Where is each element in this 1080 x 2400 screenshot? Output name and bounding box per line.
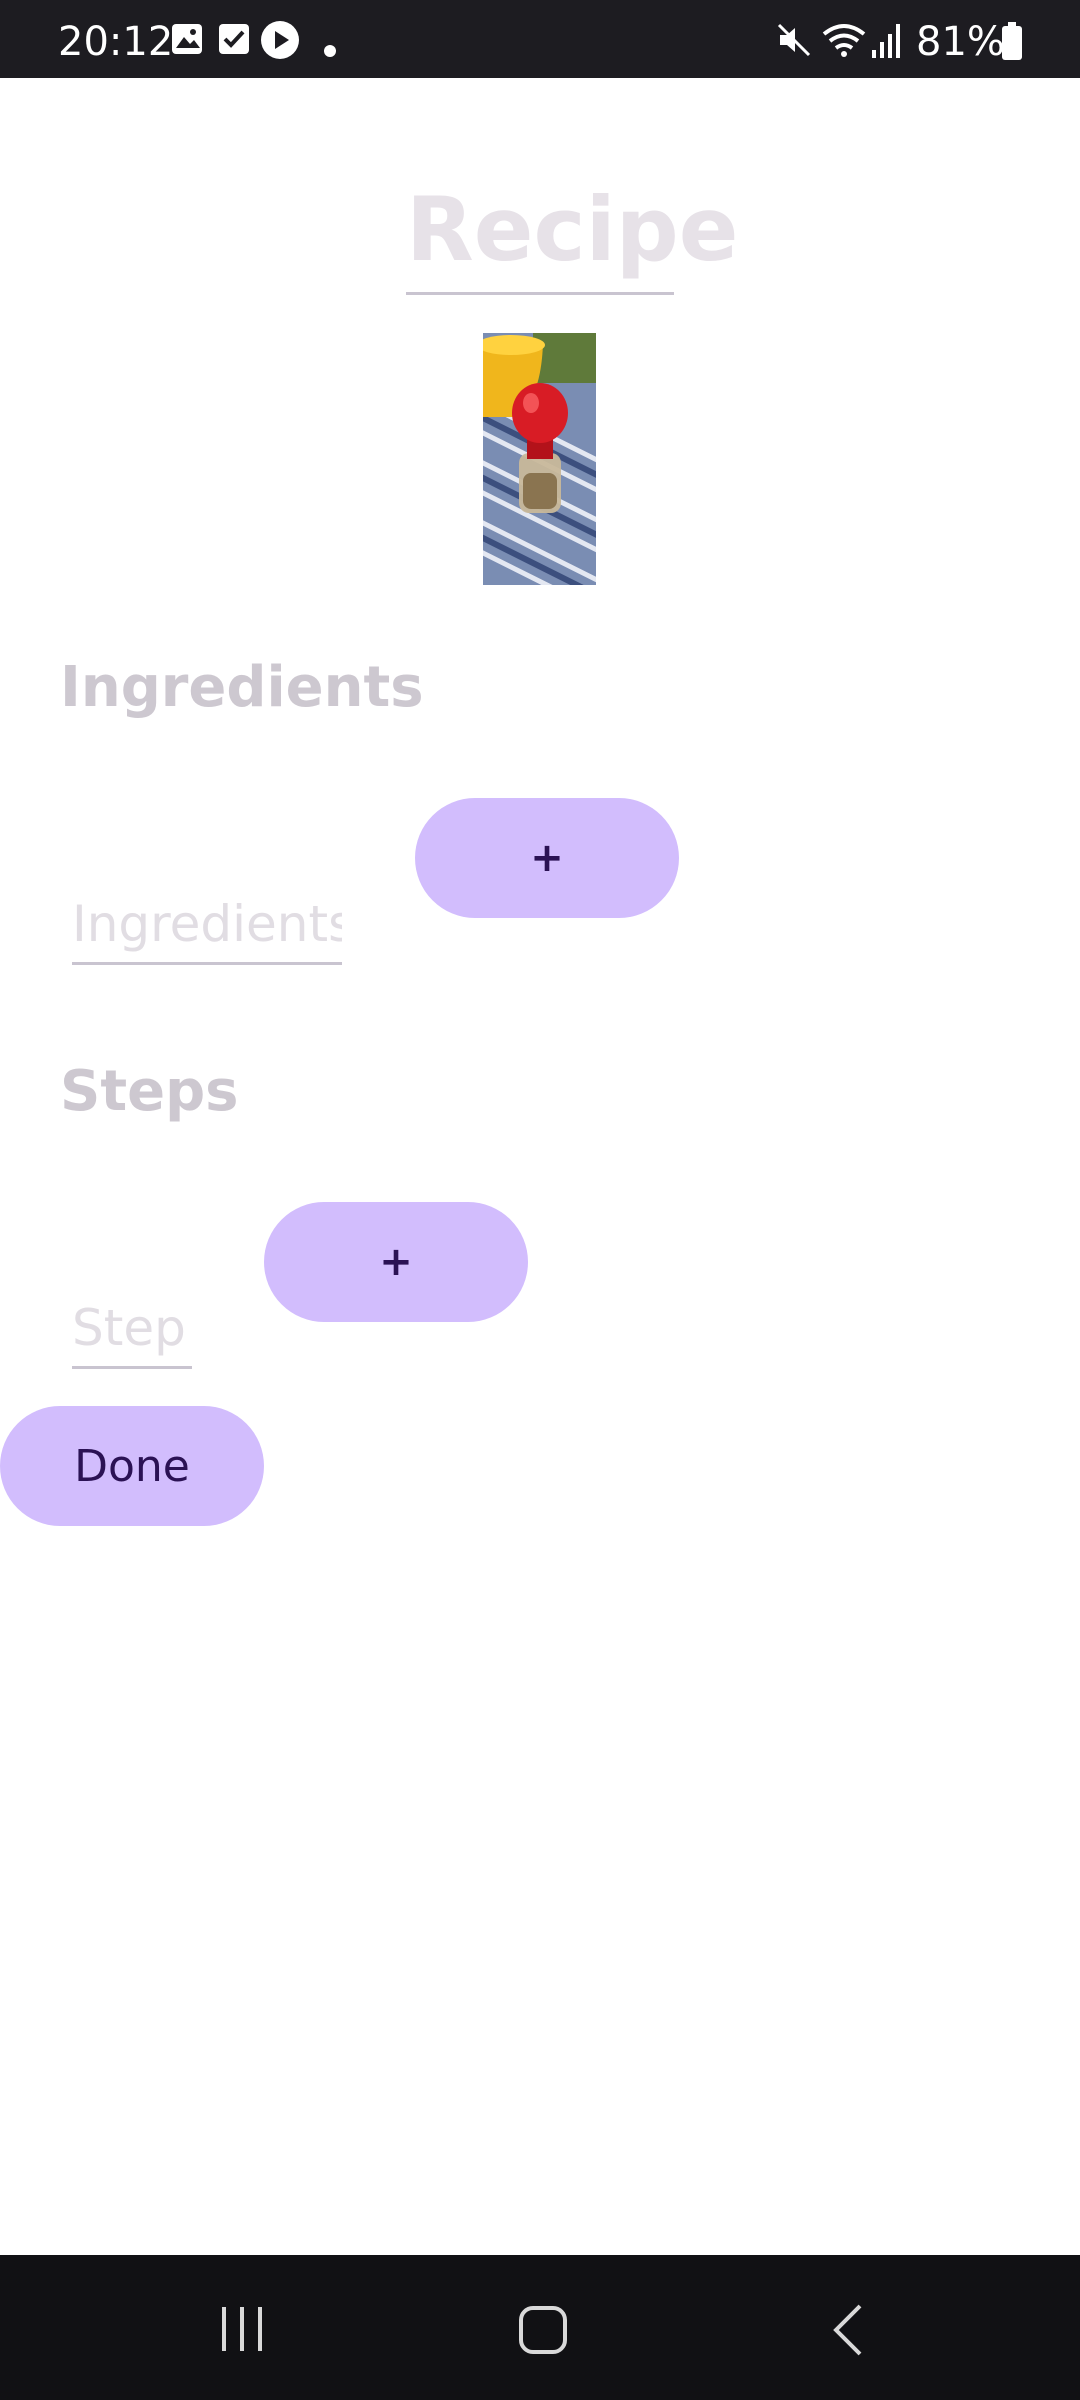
navigation-bar: [0, 2255, 1080, 2400]
dot-icon: [324, 42, 336, 61]
steps-heading: Steps: [60, 1059, 239, 1124]
recipe-photo[interactable]: [483, 333, 596, 585]
recipe-title[interactable]: Recipe: [406, 180, 738, 280]
back-icon[interactable]: [830, 2303, 866, 2361]
battery-icon: [1002, 22, 1022, 64]
battery-percent: 81%: [916, 19, 1005, 65]
play-icon: [260, 20, 300, 64]
wifi-icon: [822, 22, 866, 62]
add-step-button[interactable]: +: [264, 1202, 528, 1322]
signal-icon: [872, 22, 902, 62]
ingredient-input[interactable]: [72, 886, 342, 965]
status-time: 20:12: [58, 19, 174, 65]
done-button[interactable]: Done: [0, 1406, 264, 1526]
gallery-icon: [170, 22, 204, 60]
status-bar: 20:12 81%: [0, 0, 1080, 78]
mute-icon: [776, 22, 812, 62]
step-input[interactable]: [72, 1290, 192, 1369]
home-icon[interactable]: [518, 2305, 568, 2359]
add-ingredient-button[interactable]: +: [415, 798, 679, 918]
title-underline: [406, 292, 674, 295]
ingredients-heading: Ingredients: [60, 655, 424, 720]
checkbox-icon: [217, 22, 251, 60]
recent-apps-icon[interactable]: [218, 2305, 266, 2357]
